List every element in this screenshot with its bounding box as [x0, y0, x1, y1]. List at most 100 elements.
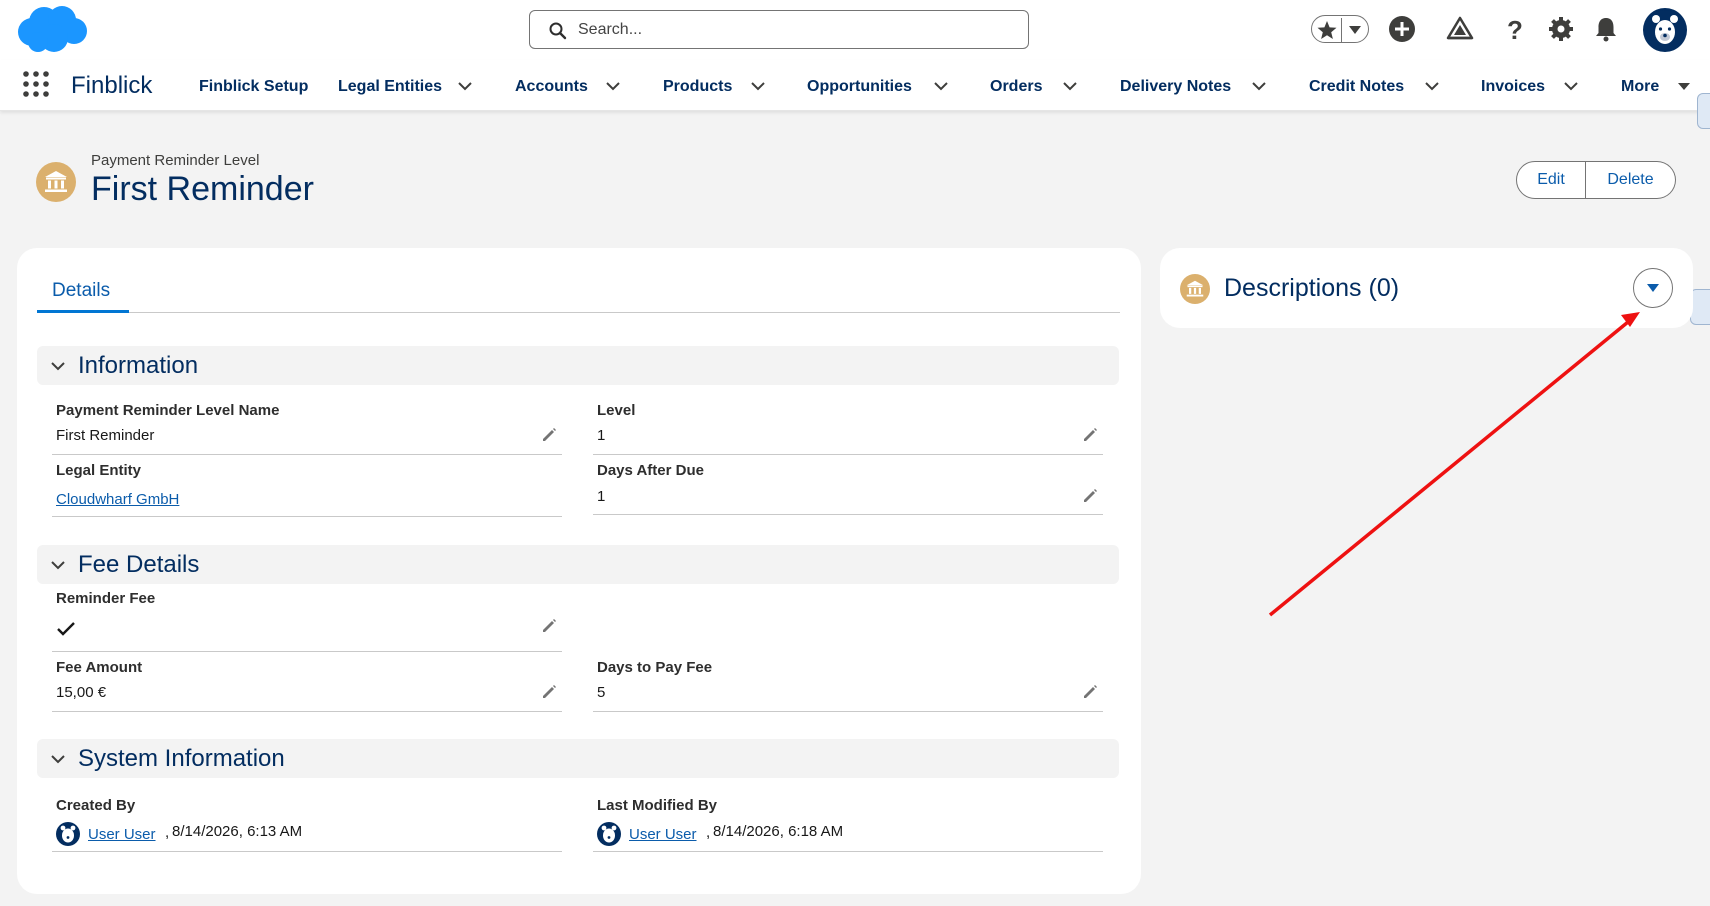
field-days-to-pay-fee: Days to Pay Fee 5 — [593, 659, 1103, 712]
pencil-icon[interactable] — [1081, 487, 1099, 505]
field-days-after-due: Days After Due 1 — [593, 462, 1103, 515]
field-level: Level 1 — [593, 402, 1103, 455]
field-reminder-fee: Reminder Fee — [52, 590, 562, 652]
bank-icon — [45, 171, 67, 192]
caret-down-icon[interactable] — [1675, 77, 1693, 95]
edit-button[interactable]: Edit — [1516, 161, 1586, 199]
bear-avatar-icon — [1645, 10, 1685, 50]
checkmark-icon — [57, 622, 75, 636]
nav-item-orders[interactable]: Orders — [990, 78, 1042, 96]
record-detail-card: Details Information Payment Reminder Lev… — [17, 248, 1141, 894]
chevron-down-icon[interactable] — [49, 357, 67, 375]
gear-icon[interactable] — [1546, 14, 1576, 44]
field-label: Created By — [56, 797, 136, 814]
bell-icon[interactable] — [1591, 14, 1621, 44]
tab-bar: Details — [37, 274, 1120, 313]
field-value: 1 — [597, 488, 606, 505]
pencil-icon[interactable] — [540, 683, 558, 701]
record-type-label: Payment Reminder Level — [91, 152, 260, 169]
field-label: Days to Pay Fee — [597, 659, 713, 676]
delete-button[interactable]: Delete — [1586, 161, 1676, 199]
favorites-button-group[interactable] — [1311, 15, 1369, 43]
chevron-down-icon[interactable] — [49, 750, 67, 768]
field-label: Legal Entity — [56, 462, 142, 479]
app-nav-bar: Finblick Finblick Setup Legal Entities A… — [0, 60, 1710, 111]
page-title: First Reminder — [91, 170, 314, 208]
pencil-icon[interactable] — [1081, 426, 1099, 444]
last-modified-by-date: 8/14/2026, 6:18 AM — [713, 823, 844, 840]
nav-item-finblick-setup[interactable]: Finblick Setup — [199, 78, 308, 96]
chevron-down-icon[interactable] — [1061, 77, 1079, 95]
chevron-down-icon[interactable] — [1562, 77, 1580, 95]
legal-entity-link[interactable]: Cloudwharf GmbH — [56, 491, 179, 508]
caret-down-icon[interactable] — [1348, 24, 1362, 36]
field-legal-entity: Legal Entity Cloudwharf GmbH — [52, 462, 562, 517]
chevron-down-icon[interactable] — [49, 556, 67, 574]
related-list-actions-button[interactable] — [1633, 268, 1673, 308]
nav-item-delivery-notes[interactable]: Delivery Notes — [1120, 78, 1231, 96]
search-icon — [549, 22, 567, 40]
user-avatar — [597, 822, 621, 846]
field-fee-amount: Fee Amount 15,00 € — [52, 659, 562, 712]
salesforce-logo[interactable] — [14, 4, 88, 56]
record-actions: Edit Delete — [1516, 161, 1676, 199]
star-icon[interactable] — [1316, 19, 1338, 41]
search-input[interactable]: Search... — [529, 10, 1029, 49]
search-placeholder: Search... — [578, 21, 643, 38]
field-label: Last Modified By — [597, 797, 718, 814]
nav-item-opportunities[interactable]: Opportunities — [807, 78, 912, 96]
app-name: Finblick — [71, 72, 153, 99]
app-launcher-icon[interactable] — [22, 70, 50, 98]
field-created-by: Created By User User , 8/14/2026, 6:13 A… — [52, 797, 562, 852]
section-information-header[interactable]: Information — [37, 346, 1119, 385]
add-icon[interactable] — [1387, 14, 1417, 44]
field-last-modified-by: Last Modified By User User , 8/14/2026, … — [593, 797, 1103, 852]
section-title: System Information — [78, 745, 285, 772]
chevron-down-icon[interactable] — [1250, 77, 1268, 95]
field-value: 1 — [597, 427, 606, 444]
chevron-down-icon[interactable] — [749, 77, 767, 95]
nav-item-credit-notes[interactable]: Credit Notes — [1309, 78, 1404, 96]
pencil-icon[interactable] — [540, 426, 558, 444]
utility-edge-tab[interactable] — [1690, 289, 1710, 325]
pencil-icon[interactable] — [1081, 683, 1099, 701]
favorites-divider — [1341, 18, 1342, 42]
chevron-down-icon[interactable] — [932, 77, 950, 95]
utility-edge-tab[interactable] — [1697, 93, 1710, 129]
caret-down-icon — [1647, 284, 1659, 292]
chevron-down-icon[interactable] — [456, 77, 474, 95]
section-system-information-header[interactable]: System Information — [37, 739, 1119, 778]
nav-item-products[interactable]: Products — [663, 78, 732, 96]
nav-item-more[interactable]: More — [1621, 78, 1659, 96]
nav-item-accounts[interactable]: Accounts — [515, 78, 588, 96]
chevron-down-icon[interactable] — [1423, 77, 1441, 95]
pencil-icon[interactable] — [540, 617, 558, 635]
chevron-down-icon[interactable] — [604, 77, 622, 95]
user-avatar[interactable] — [1643, 8, 1687, 52]
trailhead-icon[interactable] — [1445, 14, 1475, 44]
svg-text:?: ? — [1507, 15, 1523, 44]
nav-item-invoices[interactable]: Invoices — [1481, 78, 1545, 96]
tab-details-label: Details — [52, 280, 111, 301]
tab-details[interactable]: Details — [37, 274, 129, 313]
global-header: Search... ? — [0, 0, 1710, 60]
section-title: Information — [78, 352, 199, 379]
field-value: First Reminder — [56, 427, 155, 444]
related-list-icon — [1180, 274, 1210, 304]
field-payment-reminder-level-name: Payment Reminder Level Name First Remind… — [52, 402, 562, 455]
last-modified-by-user-link[interactable]: User User — [629, 826, 697, 843]
field-label: Payment Reminder Level Name — [56, 402, 280, 419]
section-fee-details-header[interactable]: Fee Details — [37, 545, 1119, 584]
created-by-separator: , — [165, 824, 170, 841]
nav-item-legal-entities[interactable]: Legal Entities — [338, 78, 442, 96]
last-modified-by-separator: , — [706, 824, 711, 841]
related-list-title[interactable]: Descriptions (0) — [1224, 274, 1399, 303]
field-label: Days After Due — [597, 462, 704, 479]
field-label: Level — [597, 402, 636, 419]
user-avatar — [56, 822, 80, 846]
descriptions-related-list: Descriptions (0) — [1160, 248, 1693, 328]
help-icon[interactable]: ? — [1500, 14, 1530, 44]
created-by-user-link[interactable]: User User — [88, 826, 156, 843]
record-type-icon — [36, 162, 76, 202]
bear-avatar-icon — [601, 825, 617, 843]
